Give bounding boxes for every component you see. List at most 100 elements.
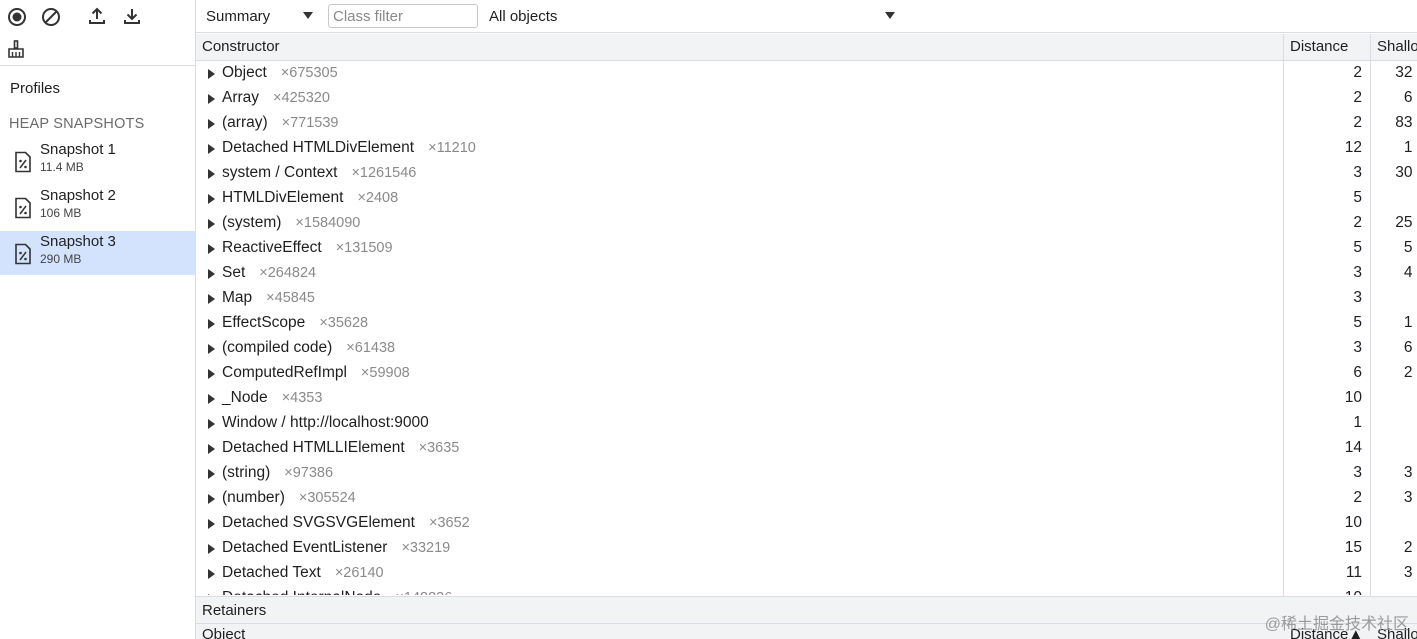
constructor-label: Window / http://localhost:9000 xyxy=(222,414,429,431)
constructor-label: Detached Text xyxy=(222,564,321,581)
table-row[interactable]: ComputedRefImpl ×59908 6 2 39 xyxy=(196,361,1417,386)
table-row[interactable]: (number) ×305524 2 3 66 xyxy=(196,486,1417,511)
expand-triangle-icon[interactable] xyxy=(208,219,215,229)
constructor-name: Detached HTMLLIElement ×3635 xyxy=(222,439,459,457)
constructor-name: Detached SVGSVGElement ×3652 xyxy=(222,514,470,532)
table-row[interactable]: (compiled code) ×61438 3 6 45 xyxy=(196,336,1417,361)
constructor-label: (array) xyxy=(222,114,268,131)
shallow-size-cell: 1 28 xyxy=(1403,314,1417,331)
expand-triangle-icon[interactable] xyxy=(208,119,215,129)
distance-cell: 2 xyxy=(1353,64,1362,81)
constructor-name: Array ×425320 xyxy=(222,89,330,107)
table-row[interactable]: Map ×45845 3 73 xyxy=(196,286,1417,311)
distance-column-header[interactable]: Distance xyxy=(1290,34,1370,61)
shallow-size-cell: 30 23 xyxy=(1395,164,1417,181)
constructor-label: (string) xyxy=(222,464,271,481)
expand-triangle-icon[interactable] xyxy=(208,344,215,354)
table-row[interactable]: _Node ×4353 10 33 xyxy=(196,386,1417,411)
constructor-label: Detached InternalNode xyxy=(222,589,381,595)
expand-triangle-icon[interactable] xyxy=(208,444,215,454)
table-row[interactable]: (string) ×97386 3 3 78 xyxy=(196,461,1417,486)
distance-cell: 11 xyxy=(1345,564,1362,581)
table-row[interactable]: (array) ×771539 2 83 59 xyxy=(196,111,1417,136)
shallow-size-column-header[interactable]: Shallo xyxy=(1377,34,1417,61)
perspective-select[interactable]: Summary xyxy=(206,0,318,33)
expand-triangle-icon[interactable] xyxy=(208,369,215,379)
clear-all-profiles-button[interactable] xyxy=(40,6,62,28)
instance-count: ×11210 xyxy=(428,140,476,156)
expand-triangle-icon[interactable] xyxy=(208,269,215,279)
expand-triangle-icon[interactable] xyxy=(208,469,215,479)
table-row[interactable]: Object ×675305 2 32 56 xyxy=(196,61,1417,86)
objects-filter-select[interactable]: All objects xyxy=(489,0,899,33)
table-row[interactable]: ReactiveEffect ×131509 5 5 26 xyxy=(196,236,1417,261)
broom-icon xyxy=(8,40,24,58)
table-row[interactable]: Window / http://localhost:9000 1 xyxy=(196,411,1417,436)
instance-count: ×97386 xyxy=(284,465,334,481)
expand-triangle-icon[interactable] xyxy=(208,94,215,104)
expand-triangle-icon[interactable] xyxy=(208,419,215,429)
chevron-down-icon xyxy=(885,12,895,19)
expand-triangle-icon[interactable] xyxy=(208,394,215,404)
table-row[interactable]: Detached HTMLLIElement ×3635 14 52 xyxy=(196,436,1417,461)
shallow-size-cell: 25 44 xyxy=(1395,214,1417,231)
distance-cell: 3 xyxy=(1353,264,1362,281)
record-button[interactable] xyxy=(6,6,28,28)
constructor-name: _Node ×4353 xyxy=(222,389,322,407)
shallow-size-cell: 1 61 xyxy=(1403,139,1417,156)
expand-triangle-icon[interactable] xyxy=(208,569,215,579)
save-profile-button[interactable] xyxy=(121,5,143,27)
constructor-label: HTMLDivElement xyxy=(222,189,344,206)
load-profile-button[interactable] xyxy=(86,5,108,27)
table-row[interactable]: Detached Text ×26140 11 3 01 xyxy=(196,561,1417,586)
expand-triangle-icon[interactable] xyxy=(208,494,215,504)
shallow-size-cell: 3 66 xyxy=(1403,489,1417,506)
retainers-header: Retainers xyxy=(196,596,1417,623)
download-icon xyxy=(124,9,140,24)
snapshot-name: Snapshot 2 xyxy=(40,187,116,204)
table-row[interactable]: Detached EventListener ×33219 15 2 39 xyxy=(196,536,1417,561)
expand-triangle-icon[interactable] xyxy=(208,544,215,554)
expand-triangle-icon[interactable] xyxy=(208,194,215,204)
snapshot-size: 106 MB xyxy=(40,206,82,220)
expand-triangle-icon[interactable] xyxy=(208,294,215,304)
distance-cell: 3 xyxy=(1353,164,1362,181)
snapshot-name: Snapshot 1 xyxy=(40,141,116,158)
snapshot-item-selected[interactable]: Snapshot 3 290 MB xyxy=(0,231,196,275)
collect-garbage-button[interactable] xyxy=(5,38,27,60)
expand-triangle-icon[interactable] xyxy=(208,594,215,595)
snapshot-item[interactable]: Snapshot 2 106 MB xyxy=(0,185,196,229)
constructor-column-header[interactable]: Constructor xyxy=(202,34,1282,61)
snapshot-item[interactable]: Snapshot 1 11.4 MB xyxy=(0,139,196,183)
object-column-header[interactable]: Object xyxy=(202,626,245,639)
table-row[interactable]: Detached SVGSVGElement ×3652 10 96 xyxy=(196,511,1417,536)
constructor-label: Map xyxy=(222,289,253,306)
instance-count: ×4353 xyxy=(281,390,323,406)
table-row[interactable]: (system) ×1584090 2 25 44 xyxy=(196,211,1417,236)
perspective-select-value: Summary xyxy=(206,8,271,25)
constructor-label: EffectScope xyxy=(222,314,306,331)
table-row[interactable]: EffectScope ×35628 5 1 28 xyxy=(196,311,1417,336)
table-row[interactable]: HTMLDivElement ×2408 5 34 xyxy=(196,186,1417,211)
expand-triangle-icon[interactable] xyxy=(208,519,215,529)
instance-count: ×1584090 xyxy=(295,215,361,231)
table-row[interactable]: Array ×425320 2 6 80 xyxy=(196,86,1417,111)
table-row[interactable]: Detached HTMLDivElement ×11210 12 1 61 xyxy=(196,136,1417,161)
constructor-grid-header: Constructor Distance Shallo xyxy=(196,34,1417,61)
expand-triangle-icon[interactable] xyxy=(208,244,215,254)
expand-triangle-icon[interactable] xyxy=(208,69,215,79)
constructor-name: Window / http://localhost:9000 xyxy=(222,414,443,432)
profiles-title: Profiles xyxy=(10,80,61,97)
class-filter-input[interactable] xyxy=(328,4,478,28)
table-row[interactable]: system / Context ×1261546 3 30 23 xyxy=(196,161,1417,186)
distance-cell: 2 xyxy=(1353,89,1362,106)
shallow-size-cell: 6 80 xyxy=(1403,89,1417,106)
table-row[interactable]: Set ×264824 3 4 23 xyxy=(196,261,1417,286)
shallow-size-cell: 34 xyxy=(1374,189,1417,207)
snapshot-size: 290 MB xyxy=(40,252,82,266)
table-row[interactable]: Detached InternalNode ×148836 10 xyxy=(196,586,1417,595)
expand-triangle-icon[interactable] xyxy=(208,144,215,154)
chevron-down-icon xyxy=(303,12,313,19)
expand-triangle-icon[interactable] xyxy=(208,319,215,329)
expand-triangle-icon[interactable] xyxy=(208,169,215,179)
